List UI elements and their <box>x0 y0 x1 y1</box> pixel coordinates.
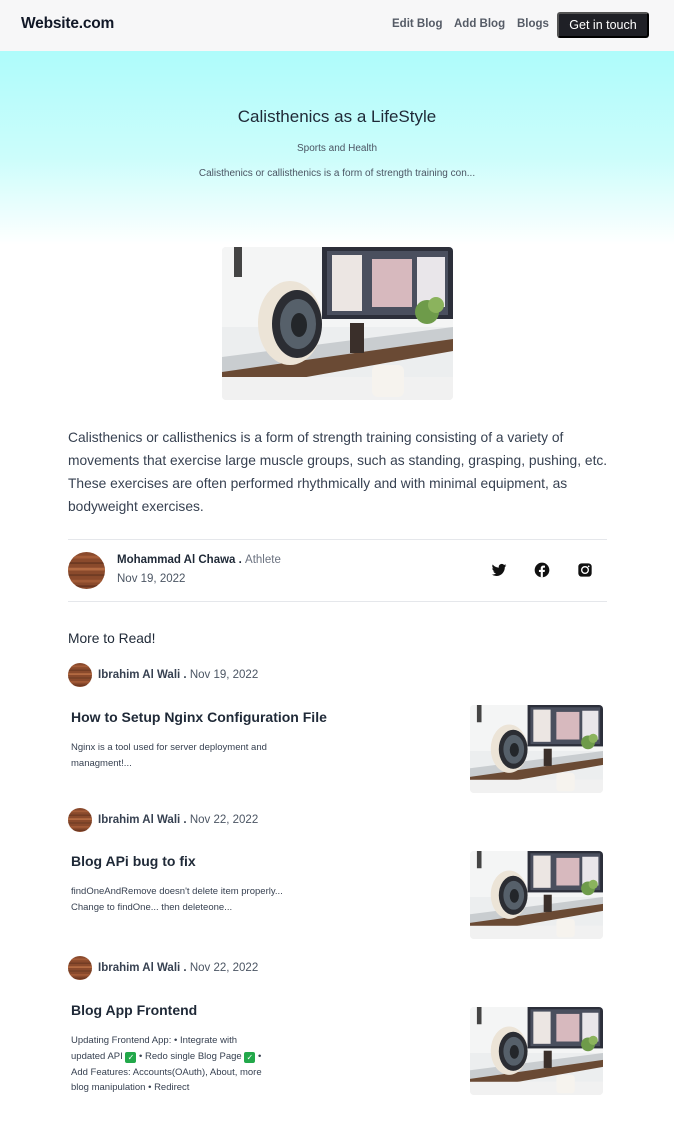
avatar <box>68 552 105 589</box>
article-image <box>222 247 453 400</box>
hero-banner: Calisthenics as a LifeStyle Sports and H… <box>0 51 674 245</box>
post-title[interactable]: Blog APi bug to fix <box>71 853 196 869</box>
post-title[interactable]: How to Setup Nginx Configuration File <box>71 709 327 725</box>
post-meta: Ibrahim Al Wali . Nov 19, 2022 <box>98 669 258 681</box>
more-to-read-heading: More to Read! <box>68 631 156 646</box>
author-separator: . <box>235 554 246 566</box>
publish-date: Nov 19, 2022 <box>117 573 186 585</box>
nav-blogs[interactable]: Blogs <box>517 18 549 30</box>
avatar <box>68 808 92 832</box>
author-role: Athlete <box>245 554 281 566</box>
post-title[interactable]: Blog App Frontend <box>71 1002 197 1018</box>
divider <box>68 601 607 602</box>
avatar <box>68 663 92 687</box>
post-date: Nov 22, 2022 <box>189 962 259 974</box>
post-author: Ibrahim Al Wali <box>98 669 181 681</box>
category-label: Sports and Health <box>296 143 378 154</box>
post-date: Nov 22, 2022 <box>189 814 259 826</box>
post-thumbnail[interactable] <box>470 851 603 939</box>
twitter-icon[interactable] <box>491 562 507 578</box>
post-author: Ibrahim Al Wali <box>98 962 181 974</box>
instagram-icon[interactable] <box>577 562 593 578</box>
post-excerpt: findOneAndRemove doesn't delete item pro… <box>71 886 283 913</box>
post-separator: . <box>180 962 190 974</box>
facebook-icon[interactable] <box>534 562 550 578</box>
checkmark-icon: ✓ <box>244 1051 256 1063</box>
post-author: Ibrahim Al Wali <box>98 814 181 826</box>
hero-summary: Calisthenics or callisthenics is a form … <box>198 168 476 179</box>
post-excerpt: Updating Frontend App: • Integrate with … <box>71 1033 271 1096</box>
post-meta: Ibrahim Al Wali . Nov 22, 2022 <box>98 814 258 826</box>
get-in-touch-button[interactable]: Get in touch <box>557 12 649 38</box>
checkmark-icon: ✓ <box>125 1051 137 1063</box>
navbar: Website.com Edit Blog Add Blog Blogs Get… <box>0 0 674 51</box>
nav-edit-blog[interactable]: Edit Blog <box>392 18 442 30</box>
post-separator: . <box>180 814 190 826</box>
post-thumbnail[interactable] <box>470 1007 603 1095</box>
post-date: Nov 19, 2022 <box>189 669 259 681</box>
post-thumbnail[interactable] <box>470 705 603 793</box>
article-body: Calisthenics or callisthenics is a form … <box>68 430 608 514</box>
excerpt-part: • Redo single Blog Page <box>136 1050 245 1062</box>
author-info: Mohammad Al Chawa . Athlete <box>117 554 281 566</box>
post-meta: Ibrahim Al Wali . Nov 22, 2022 <box>98 962 258 974</box>
post-separator: . <box>180 669 190 681</box>
brand-logo[interactable]: Website.com <box>21 15 114 33</box>
page-title: Calisthenics as a LifeStyle <box>237 107 437 126</box>
divider <box>68 539 607 540</box>
author-name: Mohammad Al Chawa <box>117 554 236 566</box>
post-excerpt: Nginx is a tool used for server deployme… <box>71 742 267 769</box>
avatar <box>68 956 92 980</box>
nav-add-blog[interactable]: Add Blog <box>454 18 505 30</box>
